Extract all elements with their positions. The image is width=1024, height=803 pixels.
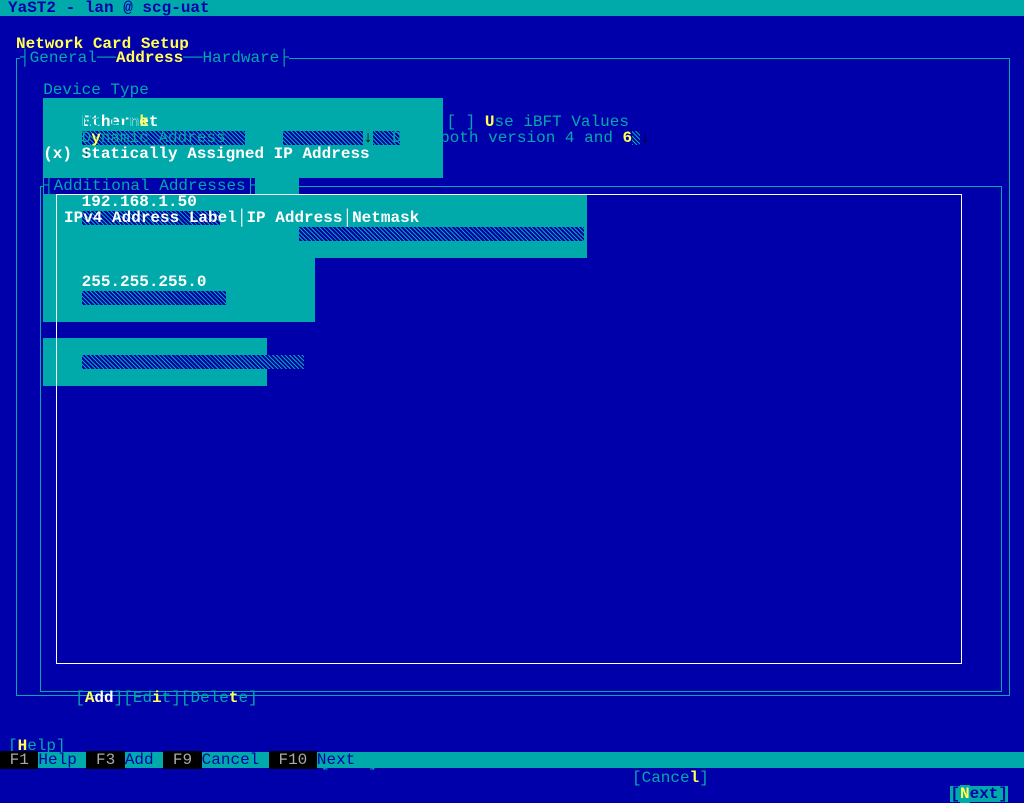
titlebar: YaST2 - lan @ scg-uat (0, 0, 1024, 16)
tab-address[interactable]: Address (116, 49, 183, 67)
nav-row: [Help] [Back] [Cancel] [Next] (8, 722, 1016, 738)
radio-nolink[interactable]: ( ) No Link and IP Setup (Bonding Slaves… (24, 98, 629, 114)
tab-row: ┤General──Address──Hardware├ (20, 50, 289, 66)
f9-key[interactable]: F9 (163, 751, 201, 769)
tab-hardware[interactable]: Hardware (202, 49, 279, 67)
delete-button[interactable]: [Delete] (181, 689, 258, 707)
footer: F1 Help F3 Add F9 Cancel F10 Next (0, 752, 1024, 768)
cancel-button[interactable]: [Cancel] (632, 770, 709, 786)
addr-buttons: [Add][Edit][Delete] (56, 674, 258, 690)
add-button[interactable]: [Add] (75, 689, 123, 707)
next-button[interactable]: [Next] (950, 786, 1008, 802)
radio-dynamic[interactable]: ( ) Dynamic Address DHCP↓ DHCP both vers… (24, 114, 650, 130)
additional-addresses-label: ┤Additional Addresses├ (44, 178, 255, 194)
f10-key[interactable]: F10 (269, 751, 317, 769)
addresses-table[interactable] (56, 194, 962, 664)
dynamic-ver-select[interactable]: DHCP both version 4 and 6↓ (392, 129, 650, 147)
radio-static[interactable]: (x) Statically Assigned IP Address (24, 130, 370, 146)
f3-key[interactable]: F3 (86, 751, 124, 769)
edit-button[interactable]: [Edit] (123, 689, 181, 707)
f1-key[interactable]: F1 (0, 751, 38, 769)
table-header: IPv4 Address Label│IP Address│Netmask (64, 210, 419, 226)
tab-general[interactable]: General (30, 49, 97, 67)
